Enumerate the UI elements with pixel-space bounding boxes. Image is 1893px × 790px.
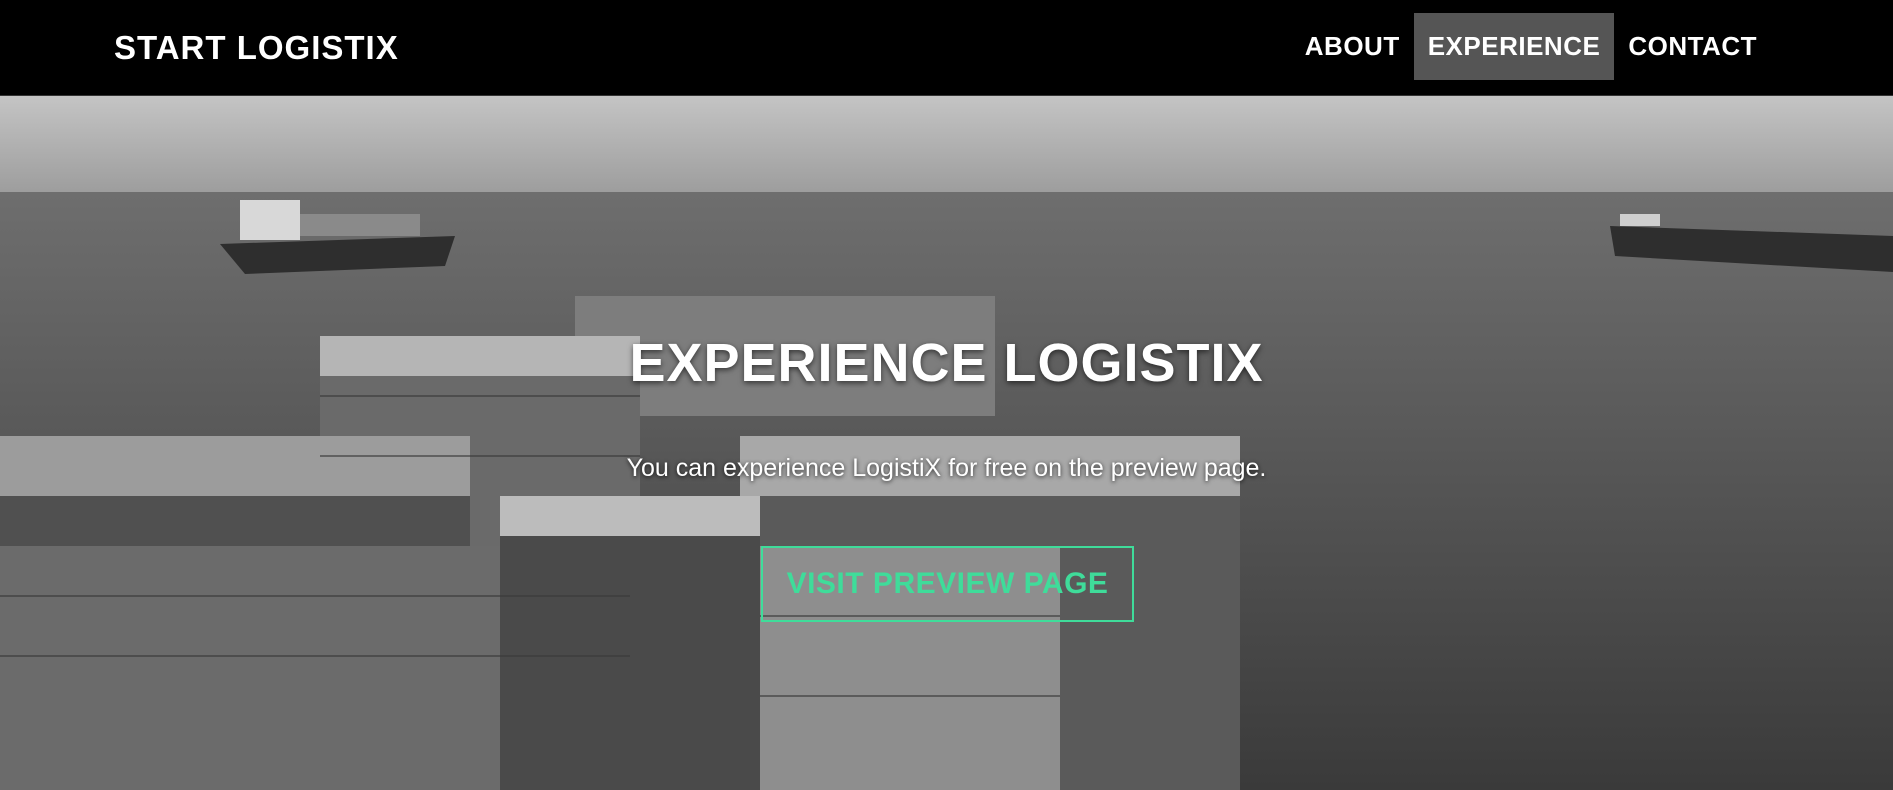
hero-subtitle: You can experience LogistiX for free on … bbox=[626, 454, 1267, 482]
nav-link-experience[interactable]: EXPERIENCE bbox=[1413, 13, 1615, 80]
brand-logo-link[interactable]: START LOGISTIX bbox=[114, 26, 399, 70]
hero-title: EXPERIENCE LOGISTIX bbox=[629, 333, 1264, 393]
visit-preview-button[interactable]: VISIT PREVIEW PAGE bbox=[761, 546, 1134, 622]
hero-section: EXPERIENCE LOGISTIX You can experience L… bbox=[0, 96, 1893, 790]
nav-link-contact[interactable]: CONTACT bbox=[1614, 13, 1771, 80]
hero-content: EXPERIENCE LOGISTIX You can experience L… bbox=[0, 96, 1893, 790]
nav-link-about[interactable]: ABOUT bbox=[1291, 13, 1414, 80]
nav-links: ABOUT EXPERIENCE CONTACT bbox=[1291, 13, 1771, 80]
top-navbar: START LOGISTIX ABOUT EXPERIENCE CONTACT bbox=[0, 0, 1893, 96]
